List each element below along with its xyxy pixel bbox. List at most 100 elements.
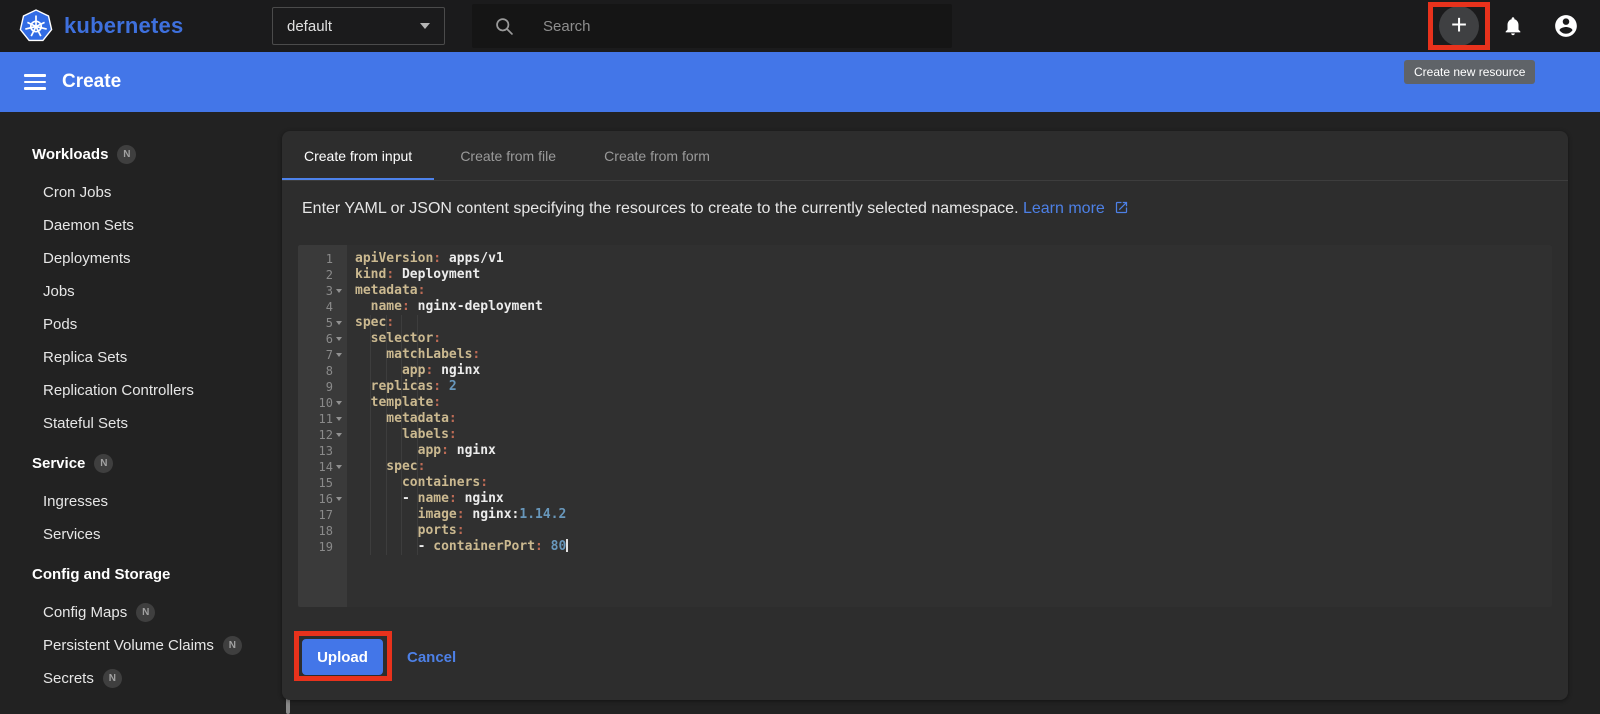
yaml-token: :: [433, 379, 442, 394]
sidebar-item-cron-jobs[interactable]: Cron Jobs: [0, 176, 278, 209]
sidebar-section-config-and-storage[interactable]: Config and Storage: [0, 558, 278, 591]
yaml-token: 2: [441, 379, 457, 394]
code-line[interactable]: metadata:: [347, 283, 1552, 299]
code-line[interactable]: template:: [347, 395, 1552, 411]
fold-arrow-icon[interactable]: [336, 401, 342, 405]
yaml-token: :: [535, 539, 543, 554]
new-badge: N: [102, 669, 122, 688]
yaml-token: labels: [355, 427, 449, 442]
sidebar-item-persistent-volume-claims[interactable]: Persistent Volume Claims N: [0, 629, 278, 662]
yaml-token: 1.14.2: [519, 507, 567, 522]
code-line[interactable]: name: nginx-deployment: [347, 299, 1552, 315]
notifications-button[interactable]: [1502, 15, 1524, 42]
code-line[interactable]: metadata:: [347, 411, 1552, 427]
code-line[interactable]: apiVersion: apps/v1: [347, 251, 1552, 267]
fold-arrow-icon[interactable]: [336, 465, 342, 469]
yaml-token: :: [448, 427, 457, 442]
open-in-new-icon: [1116, 201, 1128, 214]
sidebar-section-service[interactable]: Service N: [0, 447, 278, 480]
text-cursor: [566, 539, 569, 552]
tab-create-from-form[interactable]: Create from form: [582, 131, 732, 180]
upload-button[interactable]: Upload: [302, 639, 383, 675]
fold-arrow-icon[interactable]: [336, 353, 342, 357]
new-badge: N: [222, 636, 242, 655]
yaml-token: app: [355, 443, 442, 458]
sidebar-item-deployments[interactable]: Deployments: [0, 242, 278, 275]
section-label: Workloads: [32, 146, 109, 163]
yaml-token: metadata: [355, 283, 418, 298]
code-line[interactable]: matchLabels:: [347, 347, 1552, 363]
namespace-selected-value: default: [287, 17, 333, 35]
yaml-token: :: [472, 347, 481, 362]
kubernetes-helm-icon: [19, 9, 53, 42]
yaml-token: :: [433, 331, 442, 346]
sidebar-item-label: Persistent Volume Claims: [43, 637, 214, 654]
code-line[interactable]: - name: nginx: [347, 491, 1552, 507]
account-circle-icon: [1555, 15, 1577, 37]
code-line[interactable]: ports:: [347, 523, 1552, 539]
tab-create-from-input[interactable]: Create from input: [282, 131, 435, 180]
sidebar-item-services[interactable]: Services: [0, 518, 278, 551]
fold-arrow-icon[interactable]: [336, 497, 342, 501]
yaml-token: -: [355, 539, 434, 554]
line-number: 2: [325, 268, 333, 282]
sidebar-item-stateful-sets[interactable]: Stateful Sets: [0, 407, 278, 440]
fold-arrow-icon[interactable]: [336, 417, 342, 421]
fold-arrow-icon[interactable]: [336, 337, 342, 341]
code-line[interactable]: app: nginx: [347, 363, 1552, 379]
search-input[interactable]: [543, 17, 952, 35]
code-line[interactable]: kind: Deployment: [347, 267, 1552, 283]
account-button[interactable]: [1553, 13, 1579, 44]
yaml-token: -: [355, 491, 418, 506]
sidebar-section-workloads[interactable]: Workloads N: [0, 138, 278, 171]
code-line[interactable]: labels:: [347, 427, 1552, 443]
new-badge: N: [117, 145, 137, 164]
line-number: 10: [318, 396, 333, 410]
code-line[interactable]: spec:: [347, 459, 1552, 475]
code-line[interactable]: containers:: [347, 475, 1552, 491]
fold-arrow-icon[interactable]: [336, 289, 342, 293]
code-line[interactable]: - containerPort: 80: [347, 539, 1552, 555]
editor-gutter: 1 2 3 4 5 6 7 8 9 10 11 12 13 14 15 16 17 18 19: [298, 245, 347, 607]
editor-code-area[interactable]: apiVersion: apps/v1 kind: Deployment metad…: [347, 245, 1552, 607]
code-line[interactable]: image: nginx:1.14.2: [347, 507, 1552, 523]
learn-more-link[interactable]: Learn more: [1023, 200, 1105, 217]
yaml-editor[interactable]: 1 2 3 4 5 6 7 8 9 10 11 12 13 14 15 16 17 18 19 apiVersion…: [298, 245, 1552, 607]
line-number: 13: [318, 444, 333, 458]
sidebar-item-daemon-sets[interactable]: Daemon Sets: [0, 209, 278, 242]
menu-icon[interactable]: [24, 70, 46, 94]
line-number: 6: [325, 332, 333, 346]
sidebar-item-secrets[interactable]: Secrets N: [0, 662, 278, 695]
yaml-token: metadata: [355, 411, 449, 426]
section-label: Service: [32, 455, 86, 472]
code-line[interactable]: selector:: [347, 331, 1552, 347]
sidebar-item-ingresses[interactable]: Ingresses: [0, 485, 278, 518]
sidebar-item-config-maps[interactable]: Config Maps N: [0, 596, 278, 629]
search-bar[interactable]: [472, 4, 952, 48]
line-number: 16: [318, 492, 333, 506]
code-line[interactable]: spec:: [347, 315, 1552, 331]
code-line[interactable]: replicas: 2: [347, 379, 1552, 395]
line-number: 14: [318, 460, 333, 474]
cancel-button[interactable]: Cancel: [407, 649, 456, 666]
sidebar-item-replication-controllers[interactable]: Replication Controllers: [0, 374, 278, 407]
sidebar-item-replica-sets[interactable]: Replica Sets: [0, 341, 278, 374]
fold-arrow-icon[interactable]: [336, 321, 342, 325]
sidebar-item-jobs[interactable]: Jobs: [0, 275, 278, 308]
code-line[interactable]: app: nginx: [347, 443, 1552, 459]
namespace-selector[interactable]: default: [272, 7, 445, 45]
yaml-token: containerPort: [433, 539, 536, 554]
sidebar-item-label: Ingresses: [43, 493, 109, 510]
sidebar-item-label: Deployments: [43, 250, 131, 267]
chevron-down-icon: [420, 23, 430, 29]
yaml-token: nginx: [448, 443, 496, 458]
yaml-token: nginx:: [464, 507, 520, 522]
sidebar-item-label: Jobs: [43, 283, 75, 300]
create-new-resource-button[interactable]: +: [1439, 6, 1479, 46]
kubernetes-logo[interactable]: kubernetes: [18, 8, 183, 44]
yaml-token: ports: [355, 523, 457, 538]
fold-arrow-icon[interactable]: [336, 433, 342, 437]
tab-create-from-file[interactable]: Create from file: [434, 131, 582, 180]
yaml-token: :: [433, 395, 442, 410]
sidebar-item-pods[interactable]: Pods: [0, 308, 278, 341]
